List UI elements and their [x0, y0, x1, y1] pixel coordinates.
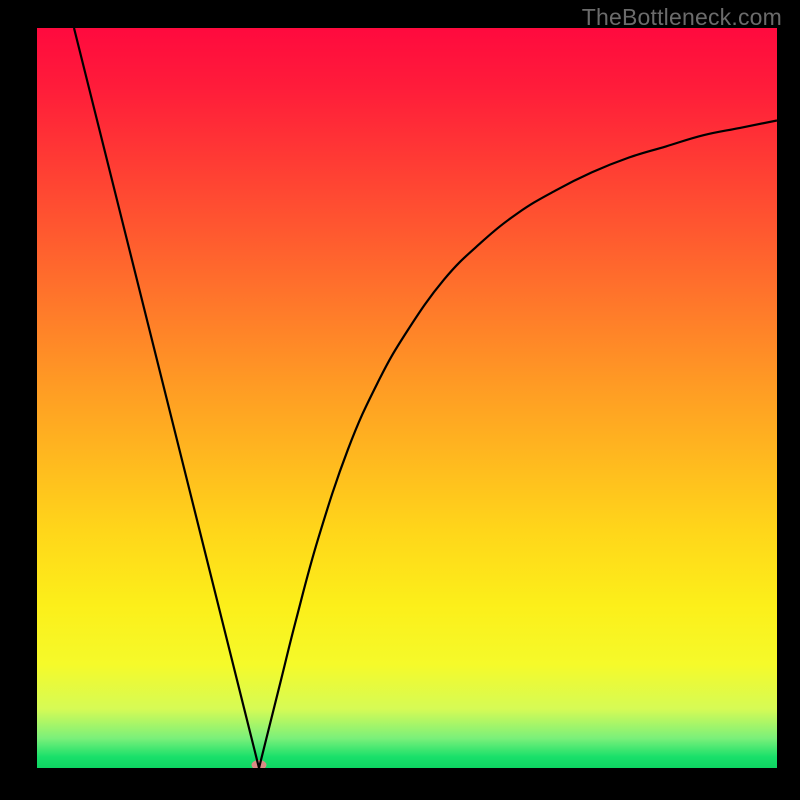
bottleneck-curve: [37, 28, 777, 768]
watermark-text: TheBottleneck.com: [582, 4, 782, 31]
chart-frame: TheBottleneck.com: [0, 0, 800, 800]
curve-path: [74, 28, 777, 768]
plot-area: [37, 28, 777, 768]
